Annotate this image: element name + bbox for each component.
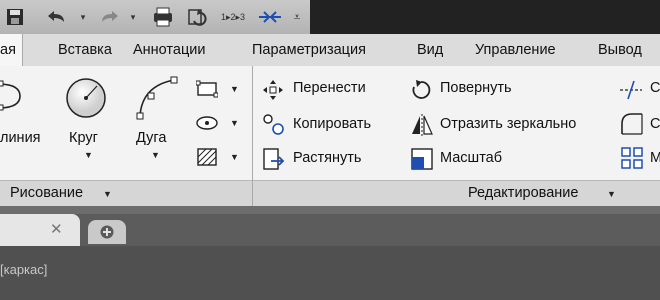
stretch-icon[interactable] [262, 147, 286, 176]
line-label[interactable]: линия [0, 130, 41, 146]
array-icon[interactable] [620, 146, 644, 175]
ellipse-icon[interactable] [196, 114, 218, 137]
document-tab-strip-border [0, 206, 660, 214]
title-bar [310, 0, 660, 34]
document-tab[interactable]: ✕ [0, 214, 80, 246]
move-icon[interactable] [262, 79, 284, 106]
panel-title-separator [252, 180, 253, 206]
mirror-icon[interactable] [410, 113, 434, 142]
draw-panel-title-bar[interactable]: Рисование ▼ [0, 180, 252, 208]
redo-icon[interactable] [98, 6, 122, 28]
arc-label[interactable]: Дуга [136, 130, 166, 146]
draw-panel-expand-icon[interactable]: ▼ [103, 189, 112, 199]
tab-insert[interactable]: Вставка [58, 34, 112, 66]
copy-label[interactable]: Копировать [293, 116, 371, 132]
plot-icon[interactable] [152, 6, 174, 28]
customize-icon[interactable]: ⩡ [290, 6, 304, 28]
tab-parametric[interactable]: Параметризация [252, 34, 366, 66]
hatch-icon[interactable] [196, 147, 218, 172]
rotate-label[interactable]: Повернуть [440, 80, 512, 96]
copy-icon[interactable] [262, 113, 286, 142]
fillet-label-partial[interactable]: С [650, 116, 660, 132]
tab-manage[interactable]: Управление [475, 34, 556, 66]
array-label-partial[interactable]: М [650, 150, 660, 166]
hatch-dropdown-icon[interactable]: ▼ [230, 152, 239, 162]
rectangle-icon[interactable] [195, 80, 219, 103]
redo-dropdown-icon[interactable]: ▾ [128, 6, 138, 28]
fillet-icon[interactable] [620, 112, 644, 141]
save-icon[interactable] [6, 6, 24, 28]
stretch-label[interactable]: Растянуть [293, 150, 361, 166]
scale-label[interactable]: Масштаб [440, 150, 502, 166]
close-tab-icon[interactable]: ✕ [50, 220, 63, 238]
mirror-label[interactable]: Отразить зеркально [440, 116, 576, 132]
trim-icon[interactable] [618, 79, 644, 106]
undo-icon[interactable] [44, 6, 68, 28]
circle-icon[interactable] [64, 76, 108, 125]
quick-access-toolbar: ▾ ▾ 1▸2▸3 ⩡ [0, 0, 310, 35]
modify-panel-expand-icon[interactable]: ▼ [607, 189, 616, 199]
polyline-icon[interactable] [0, 80, 30, 121]
new-tab-button[interactable] [88, 220, 126, 244]
arc-icon[interactable] [132, 74, 180, 127]
tab-home[interactable]: ая [0, 34, 23, 66]
undo-dropdown-icon[interactable]: ▾ [78, 6, 88, 28]
rectangle-dropdown-icon[interactable]: ▼ [230, 84, 239, 94]
rotate-icon[interactable] [410, 79, 432, 106]
sequence-icon[interactable]: 1▸2▸3 [220, 6, 246, 28]
plus-icon [100, 225, 114, 239]
move-label[interactable]: Перенести [293, 80, 366, 96]
tab-annotate[interactable]: Аннотации [133, 34, 205, 66]
trim-label-partial[interactable]: С [650, 80, 660, 96]
join-icon[interactable] [258, 6, 282, 28]
circle-dropdown-icon[interactable]: ▼ [84, 150, 93, 160]
ellipse-dropdown-icon[interactable]: ▼ [230, 118, 239, 128]
modify-panel-title-bar[interactable]: Редактирование ▼ [253, 180, 660, 208]
visual-style-label[interactable]: [каркас] [0, 262, 47, 277]
drawing-viewport[interactable] [0, 246, 660, 300]
tab-view[interactable]: Вид [417, 34, 443, 66]
tab-output[interactable]: Вывод [598, 34, 642, 66]
modify-panel-title: Редактирование [468, 185, 579, 201]
draw-panel-title: Рисование [10, 185, 84, 201]
ribbon-tab-bar: ая Вставка Аннотации Параметризация Вид … [0, 34, 660, 67]
circle-label[interactable]: Круг [69, 130, 98, 146]
arc-dropdown-icon[interactable]: ▼ [151, 150, 160, 160]
refresh-icon[interactable] [186, 6, 208, 28]
scale-icon[interactable] [410, 147, 434, 176]
